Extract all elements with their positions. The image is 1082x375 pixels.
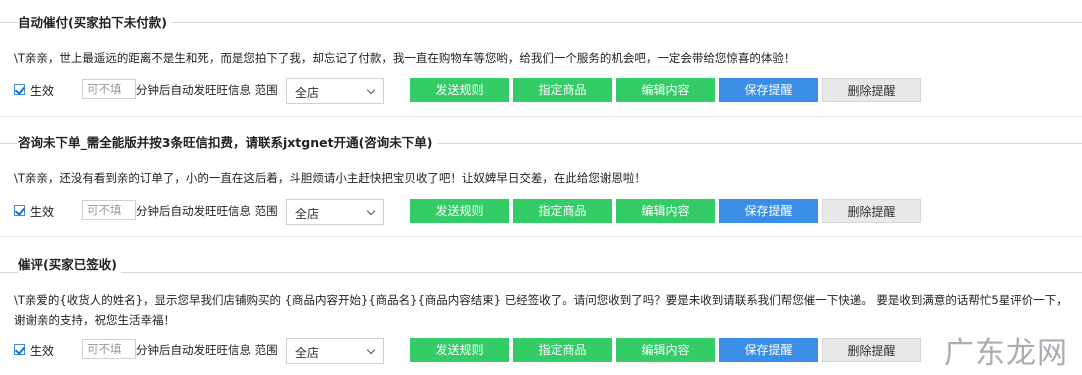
scope-select[interactable]: 全店 (286, 199, 384, 225)
delete-reminder-button[interactable]: 删除提醒 (822, 199, 921, 223)
save-reminder-button[interactable]: 保存提醒 (719, 338, 818, 362)
enable-label: 生效 (30, 344, 55, 358)
minutes-suffix-text: 分钟后自动发旺旺信息 范围 (136, 204, 278, 218)
chevron-down-icon (366, 206, 376, 216)
chevron-down-icon (366, 345, 376, 355)
specify-product-button[interactable]: 指定商品 (513, 338, 612, 362)
scope-select[interactable]: 全店 (286, 78, 384, 104)
edit-content-button[interactable]: 编辑内容 (616, 199, 715, 223)
save-reminder-button[interactable]: 保存提醒 (719, 199, 818, 223)
specify-product-button[interactable]: 指定商品 (513, 199, 612, 223)
enable-label: 生效 (30, 205, 55, 219)
scope-select[interactable]: 全店 (286, 338, 384, 364)
enable-checkbox[interactable] (14, 344, 25, 355)
send-rules-button[interactable]: 发送规则 (410, 338, 509, 362)
minutes-suffix-text: 分钟后自动发旺旺信息 范围 (136, 83, 278, 97)
section-divider (0, 272, 1082, 273)
settings-row: 生效 分钟后自动发旺旺信息 范围 全店 发送规则 指定商品 编辑内容 保存提醒 … (14, 199, 1082, 225)
message-text: \T亲亲，世上最遥远的距离不是生和死，而是您拍下了我，却忘记了付款，我一直在购物… (14, 51, 796, 65)
section-title: 自动催付(买家拍下未付款) (18, 12, 171, 31)
section-title: 咨询未下单_需全能版并按3条旺信扣费，请联系jxtgnet开通(咨询未下单) (18, 132, 437, 151)
watermark-logo: 广东龙网 (944, 336, 1068, 371)
edit-content-button[interactable]: 编辑内容 (616, 78, 715, 102)
message-text: \T亲亲，还没有看到亲的订单了，小的一直在这后着，斗胆烦请小主赶快把宝贝收了吧！… (14, 171, 646, 185)
minutes-input[interactable] (82, 79, 136, 99)
settings-row: 生效 分钟后自动发旺旺信息 范围 全店 发送规则 指定商品 编辑内容 保存提醒 … (14, 78, 1082, 104)
edit-content-button[interactable]: 编辑内容 (616, 338, 715, 362)
send-rules-button[interactable]: 发送规则 (410, 199, 509, 223)
section-bottom-divider (0, 116, 1082, 117)
settings-row: 生效 分钟后自动发旺旺信息 范围 全店 发送规则 指定商品 编辑内容 保存提醒 … (14, 338, 1082, 364)
save-reminder-button[interactable]: 保存提醒 (719, 78, 818, 102)
chevron-down-icon (366, 85, 376, 95)
specify-product-button[interactable]: 指定商品 (513, 78, 612, 102)
minutes-suffix-text: 分钟后自动发旺旺信息 范围 (136, 343, 278, 357)
minutes-input[interactable] (82, 200, 136, 220)
scope-value: 全店 (295, 207, 320, 221)
enable-checkbox[interactable] (14, 205, 25, 216)
section-bottom-divider (0, 236, 1082, 237)
delete-reminder-button[interactable]: 删除提醒 (822, 338, 921, 362)
send-rules-button[interactable]: 发送规则 (410, 78, 509, 102)
minutes-input[interactable] (82, 339, 136, 359)
enable-checkbox[interactable] (14, 84, 25, 95)
scope-value: 全店 (295, 346, 320, 360)
message-text: \T亲爱的{收货人的姓名}，显示您早我们店铺购买的 {商品内容开始}{商品名}{… (14, 293, 1068, 327)
enable-label: 生效 (30, 84, 55, 98)
section-title: 催评(买家已签收) (18, 254, 121, 273)
scope-value: 全店 (295, 86, 320, 100)
delete-reminder-button[interactable]: 删除提醒 (822, 78, 921, 102)
